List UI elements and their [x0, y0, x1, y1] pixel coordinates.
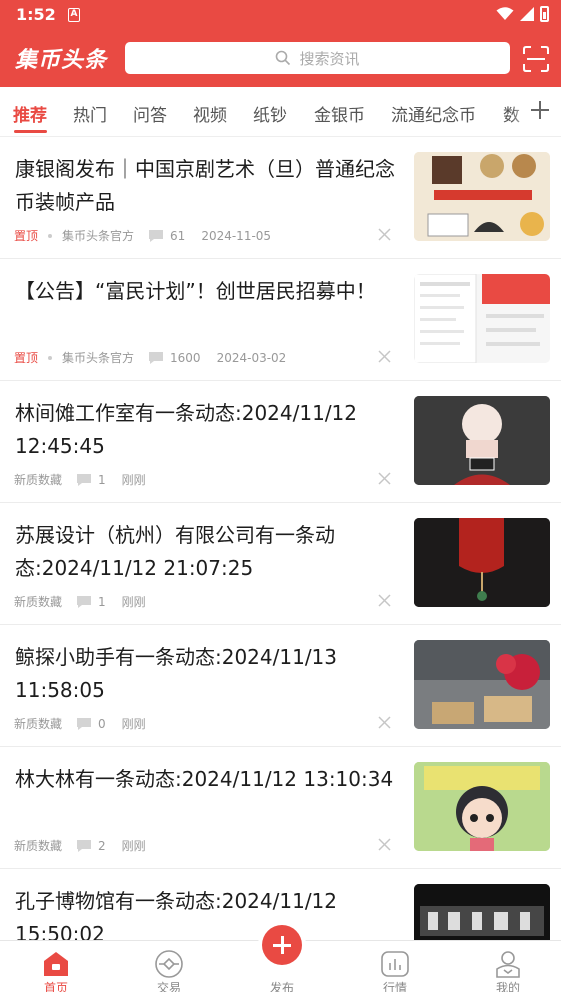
comment-icon [77, 473, 92, 486]
publish-button[interactable] [262, 925, 302, 965]
feed-item[interactable]: 苏展设计（杭州）有限公司有一条动态:2024/11/12 21:07:25 新质… [0, 503, 561, 625]
feed-item-thumbnail[interactable] [414, 884, 550, 940]
nav-profile-label: 我的 [495, 981, 520, 992]
feed-item-source: 新质数藏 [14, 839, 63, 853]
comment-count: 2 [98, 838, 106, 853]
comment-count: 61 [170, 228, 186, 243]
tab-hot[interactable]: 热门 [73, 101, 107, 126]
feed-item-meta: 置顶 集币头条官方 1600 2024-03-02 [14, 349, 286, 366]
wifi-icon [496, 7, 514, 20]
tab-gold-silver-coin[interactable]: 金银币 [314, 101, 365, 126]
pinned-badge: 置顶 [14, 351, 39, 365]
nav-trade-label: 交易 [156, 981, 181, 992]
news-feed: 康银阁发布｜中国京剧艺术（旦）普通纪念币装帧产品 置顶 集币头条官方 61 20… [0, 137, 561, 940]
feed-item-time: 刚刚 [121, 839, 146, 853]
system-icons [496, 6, 549, 22]
tab-video[interactable]: 视频 [193, 101, 227, 126]
nav-trade[interactable]: 交易 [129, 941, 209, 992]
feed-item-source: 新质数藏 [14, 595, 63, 609]
search-icon [276, 50, 291, 66]
feed-item-source: 新质数藏 [14, 717, 63, 731]
nav-home-label: 首页 [43, 981, 68, 992]
feed-item[interactable]: 鲸探小助手有一条动态:2024/11/13 11:58:05 新质数藏 0 刚刚 [0, 625, 561, 747]
status-bar: 1:52 A [0, 0, 561, 30]
feed-item-time: 刚刚 [121, 473, 146, 487]
feed-item-time: 刚刚 [121, 595, 146, 609]
feed-item-title[interactable]: 林大林有一条动态:2024/11/12 13:10:34 [15, 763, 395, 796]
separator-dot [48, 355, 53, 360]
notification-icon: A [68, 8, 80, 22]
feed-item-time: 2024-11-05 [201, 228, 272, 243]
close-icon[interactable] [378, 228, 391, 241]
trade-icon [155, 950, 183, 978]
scan-icon[interactable] [523, 46, 549, 72]
feed-item-source: 新质数藏 [14, 473, 63, 487]
app-header: 集币头条 搜索资讯 [0, 30, 561, 87]
signal-icon [520, 7, 534, 21]
add-tab-icon[interactable] [529, 99, 551, 121]
search-placeholder: 搜索资讯 [299, 49, 360, 68]
comment-count: 1600 [170, 350, 201, 365]
comment-count: 1 [98, 472, 106, 487]
nav-home[interactable]: 首页 [16, 941, 96, 992]
feed-item-thumbnail[interactable] [414, 274, 550, 363]
feed-item-title[interactable]: 鲸探小助手有一条动态:2024/11/13 11:58:05 [15, 641, 395, 707]
feed-item-title[interactable]: 孔子博物馆有一条动态:2024/11/12 15:50:02 [15, 885, 395, 940]
feed-item-source: 集币头条官方 [62, 351, 135, 365]
feed-item-thumbnail[interactable] [414, 518, 550, 607]
separator-dot [48, 233, 53, 238]
feed-item-meta: 置顶 集币头条官方 61 2024-11-05 [14, 227, 271, 244]
feed-item[interactable]: 林大林有一条动态:2024/11/12 13:10:34 新质数藏 2 刚刚 [0, 747, 561, 869]
feed-item-title[interactable]: 【公告】“富民计划”！创世居民招募中！ [15, 275, 395, 308]
home-icon [44, 952, 68, 976]
comment-icon [77, 595, 92, 608]
feed-item-meta: 新质数藏 2 刚刚 [14, 837, 146, 854]
nav-profile[interactable]: 我的 [468, 941, 548, 992]
feed-item-meta: 新质数藏 1 刚刚 [14, 593, 146, 610]
nav-market-label: 行情 [382, 981, 407, 992]
comment-count: 1 [98, 594, 106, 609]
feed-item-thumbnail[interactable] [414, 762, 550, 851]
app-logo: 集币头条 [15, 48, 108, 73]
tab-banknote[interactable]: 纸钞 [253, 101, 287, 126]
feed-item-title[interactable]: 林间傩工作室有一条动态:2024/11/12 12:45:45 [15, 397, 395, 463]
nav-publish-label: 发布 [269, 981, 294, 992]
close-icon[interactable] [378, 594, 391, 607]
feed-item-source: 集币头条官方 [62, 229, 135, 243]
feed-item[interactable]: 【公告】“富民计划”！创世居民招募中！ 置顶 集币头条官方 1600 2024-… [0, 259, 561, 381]
battery-icon [540, 6, 549, 22]
feed-item-thumbnail[interactable] [414, 640, 550, 729]
close-icon[interactable] [378, 472, 391, 485]
feed-item-meta: 新质数藏 0 刚刚 [14, 715, 146, 732]
nav-market[interactable]: 行情 [355, 941, 435, 992]
feed-item-title[interactable]: 苏展设计（杭州）有限公司有一条动态:2024/11/12 21:07:25 [15, 519, 395, 585]
comment-icon [149, 351, 164, 364]
comment-icon [149, 229, 164, 242]
close-icon[interactable] [378, 716, 391, 729]
category-tabs: 推荐 热门 问答 视频 纸钞 金银币 流通纪念币 数 [0, 87, 561, 137]
feed-item-meta: 新质数藏 1 刚刚 [14, 471, 146, 488]
feed-item-thumbnail[interactable] [414, 152, 550, 241]
status-time: 1:52 [16, 5, 56, 24]
feed-item-time: 2024-03-02 [216, 350, 287, 365]
search-input[interactable]: 搜索资讯 [125, 42, 510, 74]
tab-recommend[interactable]: 推荐 [13, 101, 47, 126]
market-icon [381, 951, 409, 977]
feed-item[interactable]: 康银阁发布｜中国京剧艺术（旦）普通纪念币装帧产品 置顶 集币头条官方 61 20… [0, 137, 561, 259]
feed-item-thumbnail[interactable] [414, 396, 550, 485]
tab-circulation-coin[interactable]: 流通纪念币 [391, 101, 476, 126]
feed-item-title[interactable]: 康银阁发布｜中国京剧艺术（旦）普通纪念币装帧产品 [15, 153, 395, 219]
profile-icon [496, 951, 520, 978]
close-icon[interactable] [378, 838, 391, 851]
comment-count: 0 [98, 716, 106, 731]
feed-item-time: 刚刚 [121, 717, 146, 731]
comment-icon [77, 839, 92, 852]
close-icon[interactable] [378, 350, 391, 363]
feed-item[interactable]: 林间傩工作室有一条动态:2024/11/12 12:45:45 新质数藏 1 刚… [0, 381, 561, 503]
comment-icon [77, 717, 92, 730]
pinned-badge: 置顶 [14, 229, 39, 243]
tab-qa[interactable]: 问答 [133, 101, 167, 126]
active-tab-indicator [14, 130, 47, 133]
